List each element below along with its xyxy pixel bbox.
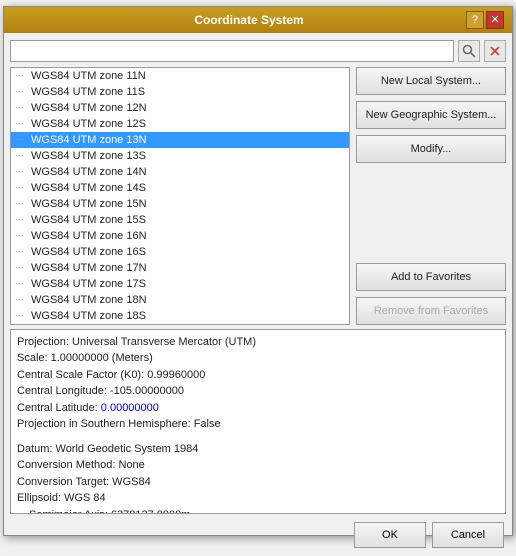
- semimajor-line: Semimajor Axis: 6378137.0000m: [17, 507, 499, 514]
- list-item[interactable]: WGS84 UTM zone 11S: [11, 84, 349, 100]
- list-item[interactable]: WGS84 UTM zone 17N: [11, 260, 349, 276]
- info-panel: Projection: Universal Transverse Mercato…: [10, 329, 506, 514]
- list-item[interactable]: WGS84 UTM zone 13N: [11, 132, 349, 148]
- list-item[interactable]: WGS84 UTM zone 11N: [11, 68, 349, 84]
- list-item[interactable]: WGS84 UTM zone 18N: [11, 292, 349, 308]
- remove-from-favorites-button[interactable]: Remove from Favorites: [356, 297, 506, 325]
- projection-south-line: Projection in Southern Hemisphere: False: [17, 416, 499, 433]
- list-item[interactable]: WGS84 UTM zone 16N: [11, 228, 349, 244]
- dialog-content: WGS84 UTM zone 11NWGS84 UTM zone 11SWGS8…: [4, 33, 512, 556]
- list-item[interactable]: WGS84 UTM zone 15N: [11, 196, 349, 212]
- main-area: WGS84 UTM zone 11NWGS84 UTM zone 11SWGS8…: [10, 67, 506, 325]
- conversion-method-line: Conversion Method: None: [17, 457, 499, 474]
- coordinate-list-panel: WGS84 UTM zone 11NWGS84 UTM zone 11SWGS8…: [10, 67, 350, 325]
- list-item[interactable]: WGS84 UTM zone 14S: [11, 180, 349, 196]
- close-button[interactable]: ✕: [486, 11, 504, 29]
- search-icon-button[interactable]: [458, 40, 480, 62]
- dialog-title: Coordinate System: [32, 13, 466, 27]
- right-panel: New Local System... New Geographic Syste…: [356, 67, 506, 325]
- new-local-system-button[interactable]: New Local System...: [356, 67, 506, 95]
- info-spacer: [17, 433, 499, 441]
- modify-button[interactable]: Modify...: [356, 135, 506, 163]
- clear-icon-button[interactable]: [484, 40, 506, 62]
- title-bar: Coordinate System ? ✕: [4, 7, 512, 33]
- coordinate-list-scroll[interactable]: WGS84 UTM zone 11NWGS84 UTM zone 11SWGS8…: [11, 68, 349, 324]
- list-item[interactable]: WGS84 UTM zone 12S: [11, 116, 349, 132]
- conversion-target-line: Conversion Target: WGS84: [17, 474, 499, 491]
- help-button[interactable]: ?: [466, 11, 484, 29]
- central-lat-line: Central Latitude: 0.00000000: [17, 400, 499, 417]
- projection-line: Projection: Universal Transverse Mercato…: [17, 334, 499, 351]
- top-bar: [10, 39, 506, 63]
- list-item[interactable]: WGS84 UTM zone 13S: [11, 148, 349, 164]
- coordinate-system-dialog: Coordinate System ? ✕: [3, 6, 513, 536]
- new-geographic-system-button[interactable]: New Geographic System...: [356, 101, 506, 129]
- coordinate-system-dropdown[interactable]: [10, 40, 454, 62]
- ok-button[interactable]: OK: [354, 522, 426, 548]
- list-item[interactable]: WGS84 UTM zone 16S: [11, 244, 349, 260]
- list-item[interactable]: WGS84 UTM zone 18S: [11, 308, 349, 324]
- datum-line: Datum: World Geodetic System 1984: [17, 441, 499, 458]
- bottom-bar: OK Cancel: [10, 518, 506, 550]
- central-lon-line: Central Longitude: -105.00000000: [17, 383, 499, 400]
- title-bar-controls: ? ✕: [466, 11, 504, 29]
- list-item[interactable]: WGS84 UTM zone 15S: [11, 212, 349, 228]
- central-scale-line: Central Scale Factor (K0): 0.99960000: [17, 367, 499, 384]
- list-item[interactable]: WGS84 UTM zone 12N: [11, 100, 349, 116]
- add-to-favorites-button[interactable]: Add to Favorites: [356, 263, 506, 291]
- cancel-button[interactable]: Cancel: [432, 522, 504, 548]
- scale-line: Scale: 1.00000000 (Meters): [17, 350, 499, 367]
- list-item[interactable]: WGS84 UTM zone 17S: [11, 276, 349, 292]
- list-item[interactable]: WGS84 UTM zone 14N: [11, 164, 349, 180]
- ellipsoid-line: Ellipsoid: WGS 84: [17, 490, 499, 507]
